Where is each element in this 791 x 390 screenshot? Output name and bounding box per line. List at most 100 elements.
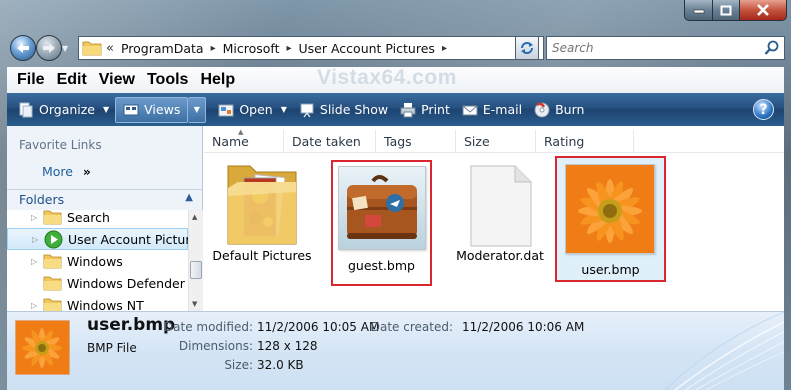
minimize-button[interactable] (684, 0, 713, 21)
tree-label: User Account Pictures (68, 231, 188, 247)
column-label: Tags (384, 134, 412, 149)
explorer-client-area: File Edit View Tools Help Vistax64.com O… (7, 67, 784, 390)
slideshow-button[interactable]: Slide Show (293, 96, 394, 124)
column-date-taken[interactable]: Date taken (284, 130, 376, 153)
file-item-guest-bmp[interactable]: guest.bmp (331, 160, 432, 286)
folder-icon (43, 276, 62, 291)
recent-pages-dropdown[interactable]: ▼ (62, 44, 72, 54)
file-item-moderator-dat[interactable]: Moderator.dat (450, 160, 550, 276)
decorative-swoosh (664, 312, 784, 390)
search-input[interactable] (547, 38, 763, 58)
tree-item-user-account-pictures[interactable]: ▷ User Account Pictures (7, 228, 188, 250)
folder-tree: ▷ Search ▷ User Account Pictures ▷ Windo… (7, 210, 188, 311)
orange-flower-thumbnail-icon (566, 165, 654, 253)
chevron-down-icon: ▼ (193, 105, 200, 114)
tree-label: Search (67, 210, 110, 225)
breadcrumb-user-account-pictures[interactable]: User Account Pictures (299, 41, 435, 56)
size-label: Size: (224, 358, 253, 372)
date-created-label: Date created: (370, 320, 453, 334)
burn-disc-icon (534, 102, 550, 117)
tree-item-windows-nt[interactable]: ▷ Windows NT (7, 294, 188, 311)
breadcrumb-overflow[interactable]: « (106, 41, 114, 56)
dimensions-value: 128 x 128 (257, 339, 318, 353)
organize-icon (19, 102, 33, 117)
open-label: Open (239, 102, 273, 117)
organize-label: Organize (39, 102, 95, 117)
breadcrumb-programdata[interactable]: ProgramData (121, 41, 204, 56)
menu-tools[interactable]: Tools (141, 71, 194, 89)
expand-arrow-icon[interactable]: ▷ (31, 257, 37, 266)
breadcrumb-separator[interactable]: ▸ (286, 43, 291, 54)
column-label: Size (464, 134, 490, 149)
maximize-icon (720, 5, 732, 15)
column-tags[interactable]: Tags (376, 130, 456, 153)
scrollbar-thumb[interactable] (190, 261, 202, 279)
thumbnail-frame (338, 166, 426, 250)
file-list: ▲ Name Date taken Tags Size Rating Defau… (204, 126, 784, 311)
tree-label: Windows (67, 253, 123, 269)
expand-arrow-icon[interactable]: ▷ (31, 213, 37, 222)
chevron-down-icon: ▼ (103, 105, 110, 114)
burn-label: Burn (555, 102, 585, 117)
folder-icon (227, 165, 297, 245)
tree-item-windows-defender[interactable]: Windows Defender (7, 272, 188, 294)
menu-edit[interactable]: Edit (51, 71, 93, 89)
menu-help[interactable]: Help (194, 71, 241, 89)
expand-arrow-icon[interactable]: ▷ (31, 301, 37, 310)
column-name[interactable]: ▲ Name (204, 128, 284, 153)
tree-label: Windows NT (67, 297, 144, 312)
expand-arrow-icon[interactable]: ▷ (32, 235, 38, 244)
details-pane: user.bmp BMP File Date modified: 11/2/20… (7, 311, 784, 390)
menu-file[interactable]: File (11, 71, 51, 89)
search-box (546, 36, 785, 60)
navigation-row: ▼ « ProgramData ▸ Microsoft ▸ User Accou… (6, 33, 785, 63)
menu-view[interactable]: View (93, 71, 141, 89)
open-button[interactable]: Open ▼ (212, 96, 293, 124)
more-link[interactable]: More » (42, 164, 91, 179)
column-size[interactable]: Size (456, 130, 536, 153)
forward-arrow-icon (43, 43, 55, 53)
folder-icon (43, 298, 62, 311)
breadcrumb-microsoft[interactable]: Microsoft (223, 41, 280, 56)
folders-header[interactable]: Folders ▲ (7, 189, 202, 209)
printer-icon (400, 102, 416, 117)
scroll-up-arrow-icon[interactable]: ▲ (192, 213, 197, 221)
maximize-button[interactable] (713, 0, 740, 21)
views-button[interactable]: Views (115, 96, 189, 123)
refresh-button[interactable] (515, 36, 539, 60)
refresh-icon (521, 42, 533, 54)
scroll-down-arrow-icon[interactable]: ▼ (192, 300, 197, 308)
breadcrumb-separator[interactable]: ▸ (211, 43, 216, 54)
views-dropdown[interactable]: ▼ (188, 96, 207, 123)
help-icon[interactable]: ? (753, 99, 774, 120)
tree-scrollbar[interactable]: ▲ ▼ (188, 210, 203, 311)
email-button[interactable]: E-mail (456, 96, 528, 124)
column-label: Rating (544, 134, 585, 149)
organize-button[interactable]: Organize ▼ (12, 96, 115, 124)
search-icon[interactable] (763, 39, 781, 57)
tree-item-search[interactable]: ▷ Search (7, 210, 188, 228)
folder-icon (43, 254, 62, 269)
column-rating[interactable]: Rating (536, 130, 634, 153)
forward-button[interactable] (36, 35, 62, 61)
burn-button[interactable]: Burn (528, 96, 590, 124)
email-icon (462, 105, 478, 115)
file-name: Default Pictures (212, 248, 312, 263)
file-name: Moderator.dat (456, 248, 544, 263)
chevron-up-icon: ▲ (185, 192, 193, 203)
back-button[interactable] (10, 35, 36, 61)
print-button[interactable]: Print (394, 96, 456, 124)
tree-item-windows[interactable]: ▷ Windows (7, 250, 188, 272)
breadcrumb-separator[interactable]: ▸ (442, 43, 447, 54)
caption-buttons (684, 0, 787, 21)
close-button[interactable] (740, 0, 787, 21)
command-bar: Organize ▼ Views ▼ Open ▼ Slide Show Pri… (7, 93, 784, 126)
more-label: More (42, 164, 73, 179)
chevron-down-icon: ▼ (280, 105, 287, 114)
file-item-default-pictures[interactable]: Default Pictures (212, 160, 312, 276)
suitcase-thumbnail-icon (339, 167, 425, 249)
green-play-icon (44, 230, 63, 249)
breadcrumb: « ProgramData ▸ Microsoft ▸ User Account… (102, 41, 526, 56)
address-bar[interactable]: « ProgramData ▸ Microsoft ▸ User Account… (78, 36, 544, 60)
file-item-user-bmp[interactable]: user.bmp (555, 156, 666, 282)
